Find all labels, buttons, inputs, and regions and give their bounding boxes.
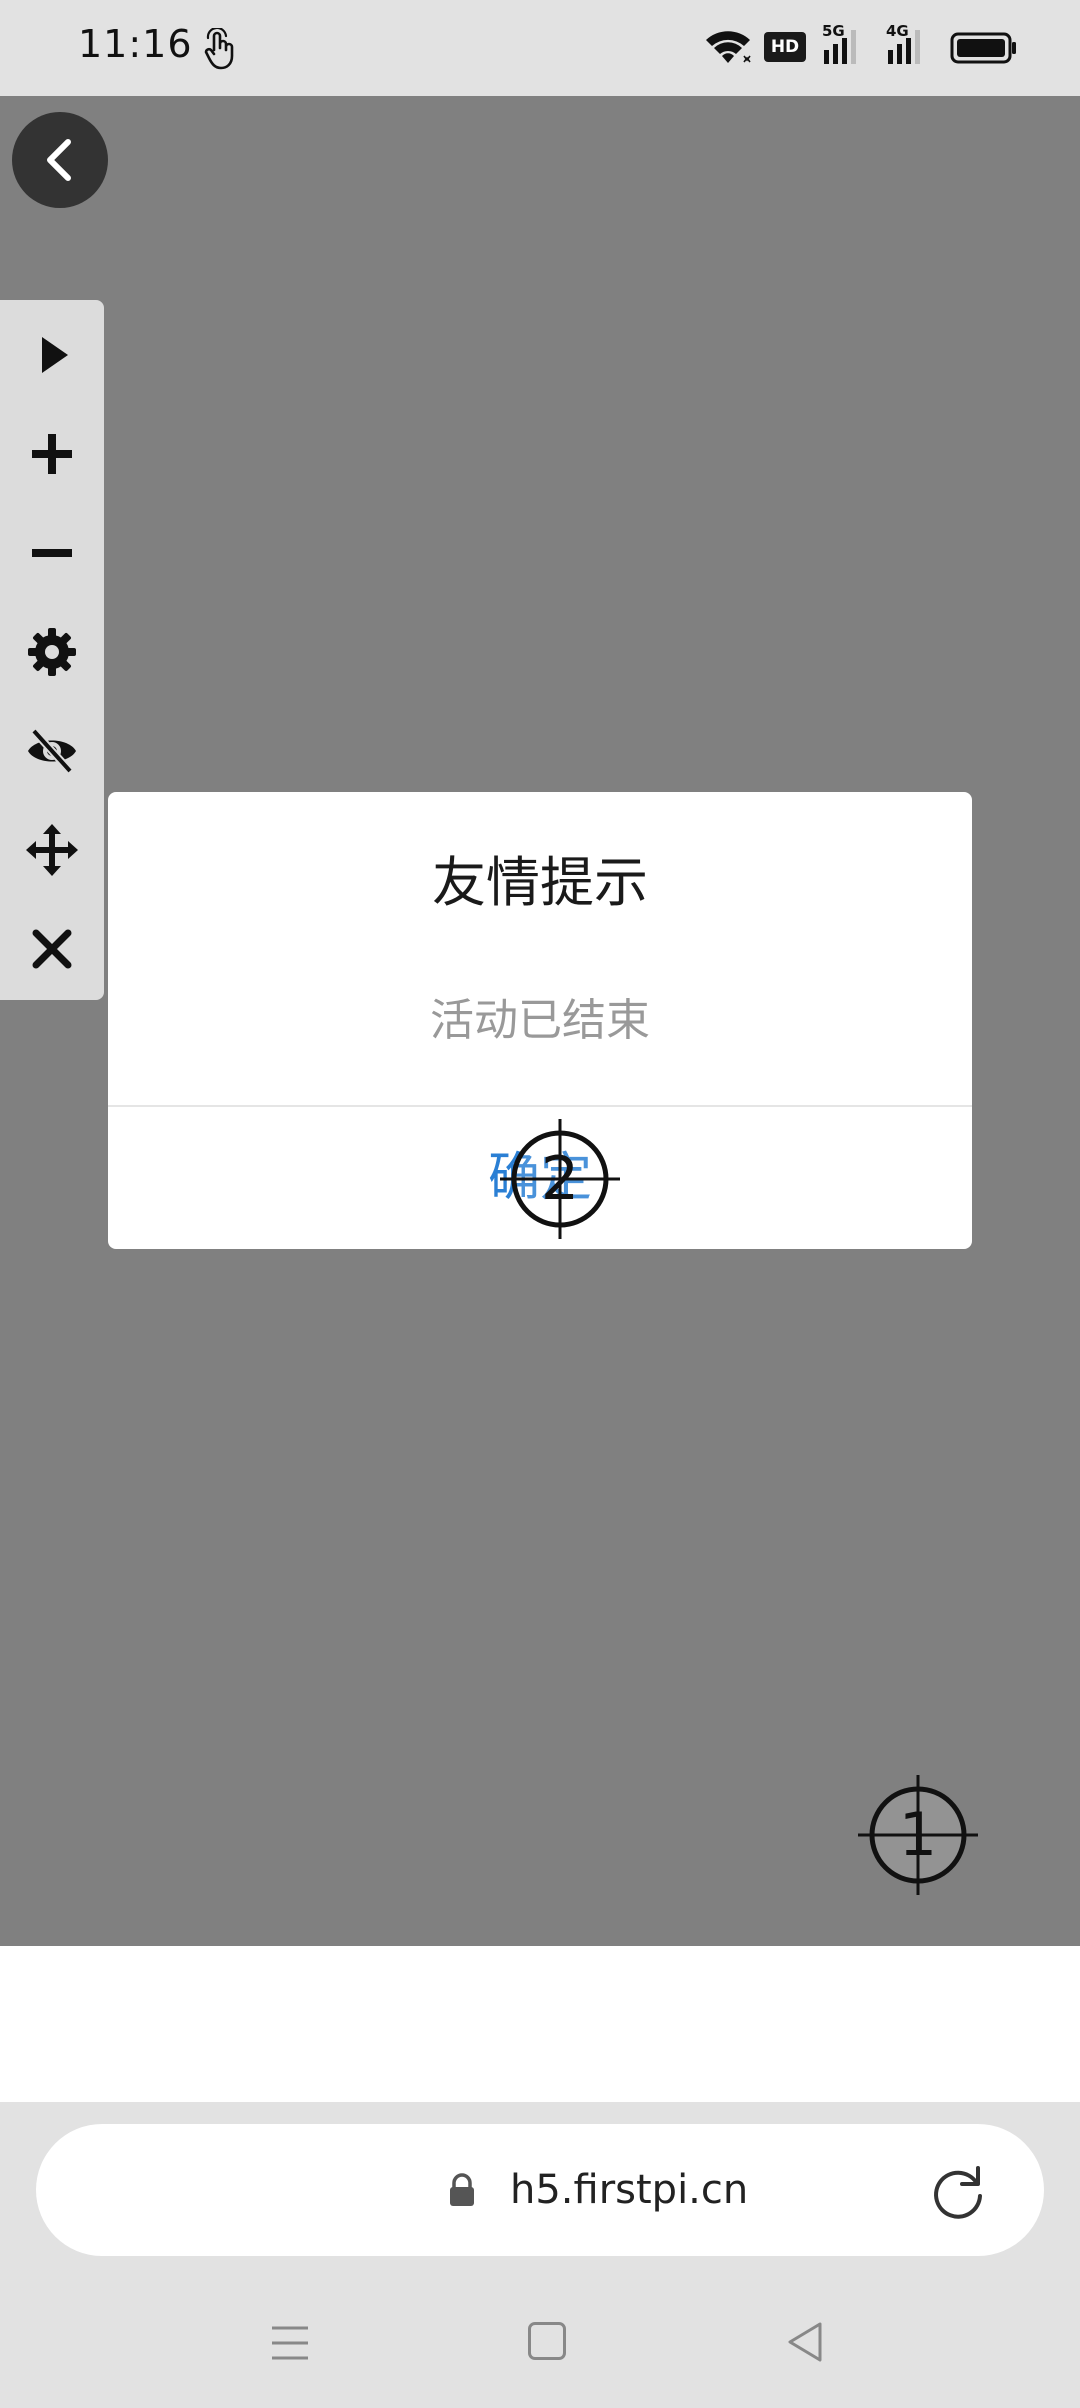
close-button[interactable] (0, 899, 104, 998)
signal-4g-icon: 4G (886, 22, 932, 66)
dialog-title: 友情提示 (432, 851, 648, 914)
plus-icon (32, 433, 72, 474)
back-triangle-icon[interactable] (786, 2320, 824, 2364)
play-icon (42, 336, 68, 373)
system-nav-bar (0, 2278, 1080, 2408)
marker-number: 1 (898, 1800, 938, 1870)
back-button[interactable] (12, 112, 108, 208)
zoom-out-button[interactable] (0, 503, 104, 602)
play-button[interactable] (0, 305, 104, 404)
page-bottom-area (0, 1946, 1080, 2102)
url-text: h5.firstpi.cn (510, 2167, 749, 2213)
zoom-in-button[interactable] (0, 404, 104, 503)
crosshair-marker-1: 1 (858, 1775, 978, 1895)
status-bar: 11:16 HD 5G 4G (0, 0, 1080, 96)
hd-icon: HD (764, 32, 806, 62)
floating-toolbar (0, 300, 104, 1000)
wifi-icon (706, 31, 751, 63)
hide-button[interactable] (0, 701, 104, 800)
dialog-message: 活动已结束 (430, 995, 650, 1046)
gear-icon (28, 627, 76, 676)
chevron-left-icon (47, 139, 71, 181)
crosshair-marker-2: 2 (500, 1119, 620, 1239)
move-button[interactable] (0, 800, 104, 899)
settings-button[interactable] (0, 602, 104, 701)
minus-icon (32, 548, 72, 557)
status-time: 11:16 (78, 22, 193, 66)
move-icon (26, 823, 78, 876)
close-icon (32, 929, 72, 968)
browser-bar: h5.firstpi.cn (0, 2102, 1080, 2278)
lock-icon (450, 2173, 474, 2206)
address-bar[interactable]: h5.firstpi.cn (36, 2124, 1044, 2256)
battery-icon (950, 32, 1016, 64)
screen: 11:16 HD 5G 4G 友情提示 活动已结束 2 1 h5.firstpi… (0, 0, 1080, 2408)
reload-icon[interactable] (926, 2160, 990, 2224)
eye-off-icon (28, 727, 76, 774)
touch-icon (204, 28, 234, 70)
menu-icon[interactable] (270, 2322, 310, 2364)
signal-5g-icon: 5G (822, 22, 866, 66)
home-icon[interactable] (528, 2322, 566, 2360)
marker-number: 2 (540, 1144, 580, 1214)
